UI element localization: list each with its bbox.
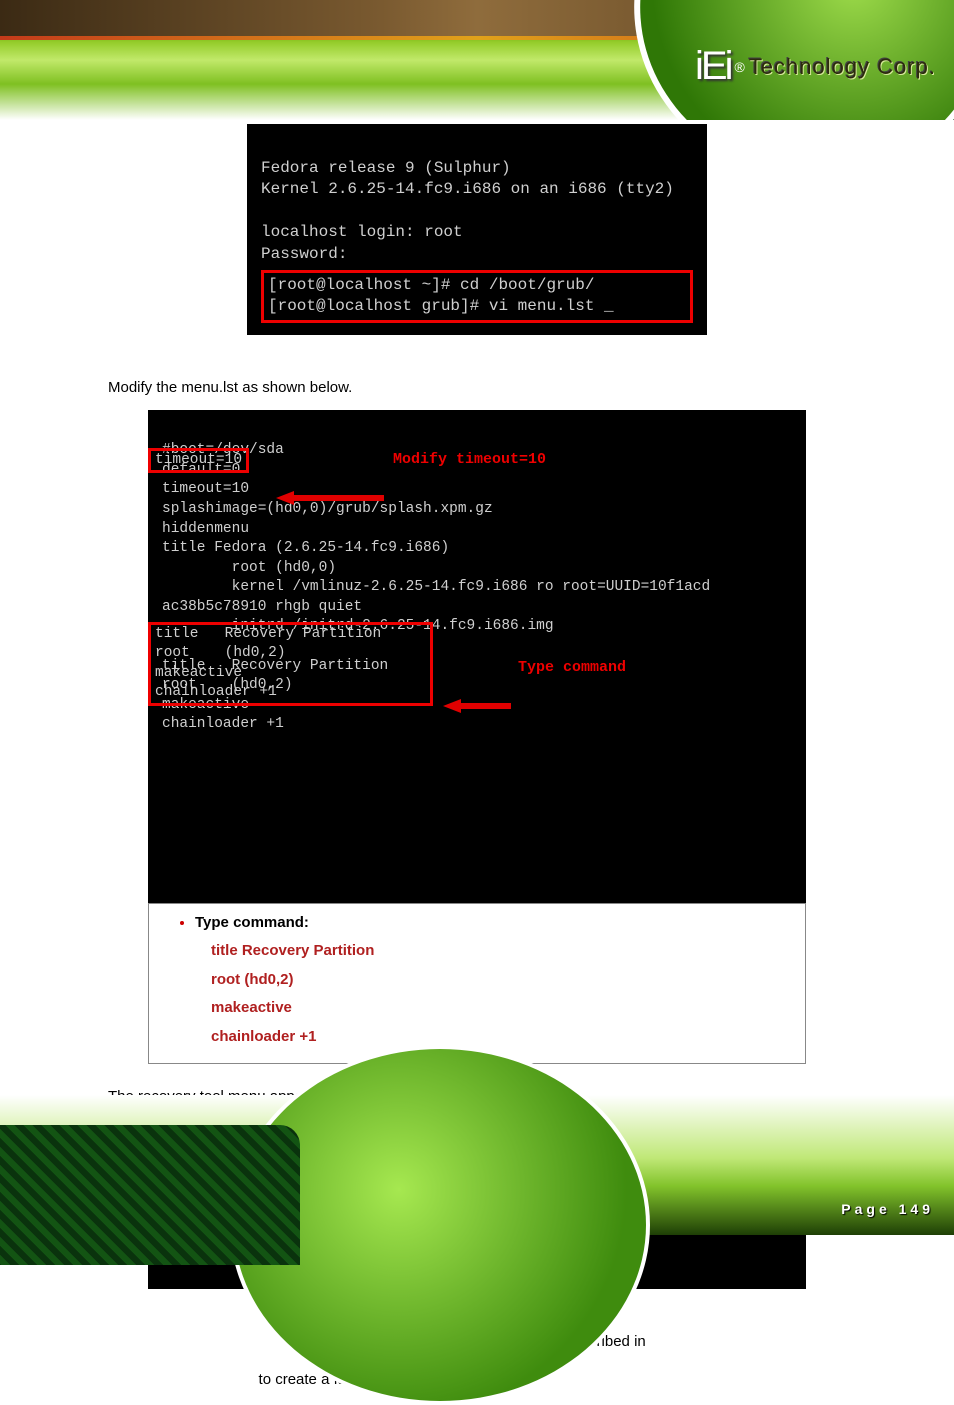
term-line: timeout=10 xyxy=(162,481,249,497)
term-line: Kernel 2.6.25-14.fc9.i686 on an i686 (tt… xyxy=(261,180,674,198)
terminal-menulst: #boot=/dev/sda default=0 timeout=10 spla… xyxy=(148,410,806,904)
modify-timeout-label: Modify timeout=10 xyxy=(393,450,546,470)
command-panel: Type command: title Recovery Partition r… xyxy=(148,903,806,1064)
arrow-icon xyxy=(443,658,513,754)
term-line: chainloader +1 xyxy=(162,716,284,732)
timeout-highlight-text: timeout=10 xyxy=(155,452,242,468)
rec-line: root (hd0,2) xyxy=(155,645,286,661)
term-line: ac38b5c78910 rhgb quiet xyxy=(162,599,362,615)
panel-heading: Type command: xyxy=(195,914,787,937)
arrow-icon xyxy=(276,450,386,546)
term-line: localhost login: root xyxy=(261,223,463,241)
timeout-highlight: timeout=10 xyxy=(148,448,249,474)
registered-mark: ® xyxy=(734,59,744,75)
term-line: hiddenmenu xyxy=(162,521,249,537)
rec-line: makeactive xyxy=(155,665,242,681)
command-highlight: [root@localhost ~]# cd /boot/grub/ [root… xyxy=(261,270,693,323)
footer-banner: Page 149 xyxy=(0,1095,954,1235)
page-content: Fedora release 9 (Sulphur) Kernel 2.6.25… xyxy=(0,120,954,1095)
logo-block: iEi ® Technology Corp. xyxy=(695,44,936,89)
cmd-line: makeactive xyxy=(211,994,787,1023)
term-line: Fedora release 9 (Sulphur) xyxy=(261,159,511,177)
cmd-line: title Recovery Partition xyxy=(211,937,787,966)
rec-line: chainloader +1 xyxy=(155,684,277,700)
term-cmd: [root@localhost grub]# vi menu.lst _ xyxy=(268,297,614,315)
terminal-login: Fedora release 9 (Sulphur) Kernel 2.6.25… xyxy=(247,124,707,335)
term-line: root (hd0,0) xyxy=(162,560,336,576)
cmd-line: chainloader +1 xyxy=(211,1023,787,1052)
recovery-highlight: title Recovery Partition root (hd0,2) ma… xyxy=(148,622,433,706)
rec-line: title Recovery Partition xyxy=(155,626,381,642)
brand-tagline: Technology Corp. xyxy=(749,54,936,80)
header-banner: iEi ® Technology Corp. xyxy=(0,0,954,120)
footer-pcb xyxy=(0,1125,300,1265)
cmd-line: root (hd0,2) xyxy=(211,966,787,995)
logo-text: iEi xyxy=(695,44,730,89)
page-number: Page 149 xyxy=(841,1201,934,1217)
term-line: Password: xyxy=(261,245,347,263)
type-command-label: Type command xyxy=(518,658,626,678)
term-line: kernel /vmlinuz-2.6.25-14.fc9.i686 ro ro… xyxy=(162,579,710,595)
step-modify-text: Modify the menu.lst as shown below. xyxy=(108,379,904,396)
term-cmd: [root@localhost ~]# cd /boot/grub/ xyxy=(268,276,594,294)
